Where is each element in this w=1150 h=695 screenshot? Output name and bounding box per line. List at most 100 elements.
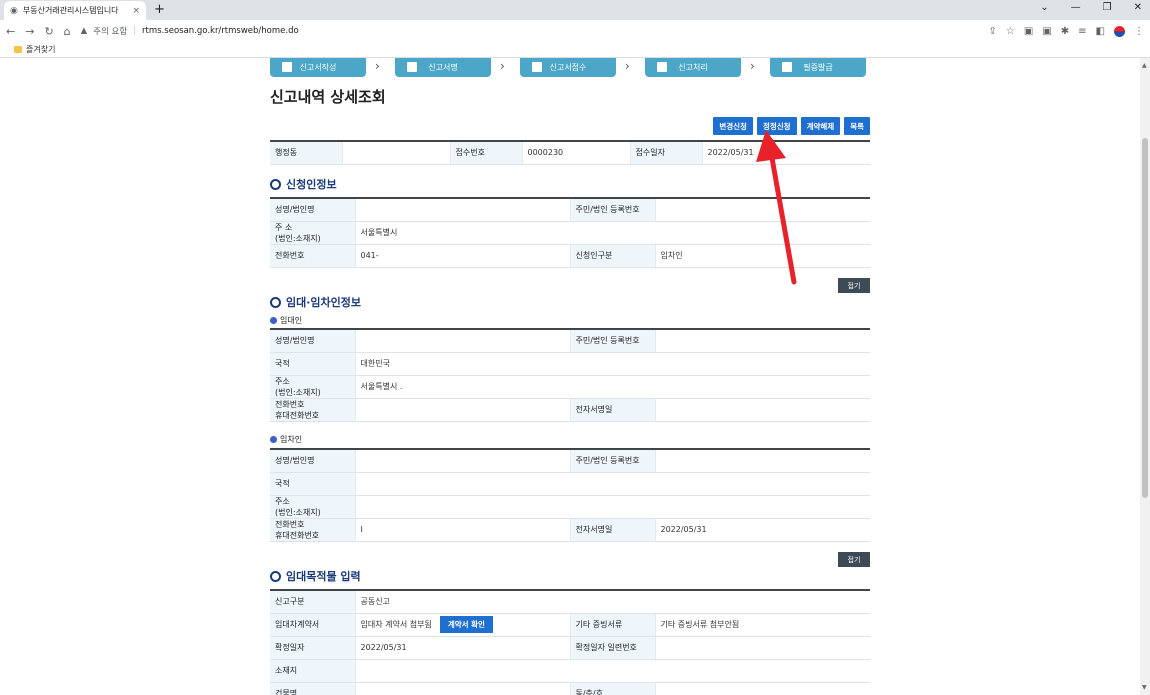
summary-table: 행정동 접수번호 0000230 접수일자 2022/05/31 — [270, 140, 870, 165]
building-label: 건물명 — [270, 682, 355, 695]
side-panel-icon[interactable]: ◧ — [1096, 26, 1105, 37]
browser-tab[interactable]: ◉ 부동산거래관리시스템입니다 × — [4, 1, 146, 20]
applicant-regno-value — [654, 198, 870, 222]
menu-icon[interactable]: ⋮ — [1134, 26, 1144, 37]
change-request-button[interactable]: 변경신청 — [713, 117, 753, 135]
pen-icon — [407, 62, 417, 72]
receipt-no-label: 접수번호 — [449, 141, 522, 165]
contract-cancel-button[interactable]: 계약해제 — [800, 117, 841, 135]
lessee-phone-label: 전화번호 휴대전화번호 — [270, 518, 355, 542]
close-window-icon[interactable]: ✕ — [1134, 2, 1142, 13]
forward-icon[interactable]: → — [25, 25, 34, 38]
lessor-sign-label: 전자서명일 — [569, 398, 655, 422]
bookmark-favorites[interactable]: 즐겨찾기 — [26, 44, 55, 55]
step-arrow-icon: › — [375, 59, 380, 73]
extension-1-icon[interactable]: ▣ — [1024, 26, 1033, 37]
lessor-sign-value — [654, 398, 870, 422]
minimize-icon[interactable]: — — [1071, 2, 1081, 13]
circle-bullet-icon — [270, 570, 281, 582]
folder-icon — [14, 46, 22, 53]
lessee-addr-label: 주소 (법인:소재지) — [270, 495, 355, 519]
page-viewport: 신고서작성 › 신고서명 › 신고서접수 › 신고처리 › 필증발급 신고내역 … — [0, 58, 1140, 695]
tab-close-icon[interactable]: × — [132, 6, 140, 16]
table-row: 성명/법인명 주민/법인 등록번호 — [270, 198, 870, 222]
lessee-name-label: 성명/법인명 — [270, 449, 355, 473]
fixed-date-no-value — [654, 636, 871, 660]
star-icon[interactable]: ☆ — [1006, 26, 1015, 37]
lessee-regno-label: 주민/법인 등록번호 — [569, 449, 655, 473]
table-row: 성명/법인명 주민/법인 등록번호 — [270, 449, 870, 473]
list-button[interactable]: 목록 — [844, 117, 870, 135]
scroll-down-icon[interactable]: ▼ — [1142, 684, 1147, 691]
lessor-subtitle: 임대인 — [270, 315, 302, 326]
process-steps: 신고서작성 › 신고서명 › 신고서접수 › 신고처리 › 필증발급 — [270, 58, 870, 78]
back-icon[interactable]: ← — [6, 25, 15, 38]
home-icon[interactable]: ⌂ — [64, 25, 71, 38]
step-arrow-icon: › — [625, 59, 630, 73]
scroll-up-icon[interactable]: ▲ — [1142, 62, 1147, 69]
applicant-addr-value: 서울특별시 — [354, 221, 870, 245]
browser-toolbar: ← → ↻ ⌂ ▲ 주의 요함 | rtms.seosan.go.kr/rtms… — [0, 20, 1150, 42]
contract-value: 임대차 계약서 첨부됨 계약서 확인 — [354, 613, 570, 637]
vertical-scrollbar[interactable]: ▲ ▼ — [1140, 58, 1150, 695]
puzzle-icon[interactable]: ✱ — [1061, 26, 1069, 37]
share-icon[interactable]: ⇪ — [989, 26, 997, 37]
step-1[interactable]: 신고서작성 — [270, 58, 366, 77]
process-icon — [657, 62, 667, 72]
fold-button[interactable]: 접기 — [838, 278, 870, 293]
location-value — [354, 659, 871, 683]
step-4[interactable]: 신고처리 — [645, 58, 741, 77]
lessee-subtitle: 임차인 — [270, 434, 302, 445]
lessee-nation-label: 국적 — [270, 472, 355, 496]
reload-icon[interactable]: ↻ — [44, 25, 53, 38]
step-5[interactable]: 필증발급 — [770, 58, 866, 77]
profile-avatar[interactable] — [1114, 25, 1125, 37]
table-row: 확정일자 2022/05/31 확정일자 일련번호 — [270, 636, 871, 660]
applicant-name-value — [354, 198, 570, 222]
correction-request-button[interactable]: 정정신청 — [756, 117, 797, 135]
reading-list-icon[interactable]: ≡ — [1078, 26, 1086, 37]
bookmarks-bar: 즐겨찾기 — [0, 42, 1150, 58]
new-tab-button[interactable]: + — [154, 2, 165, 17]
table-row: 신고구분 공동신고 — [270, 590, 871, 614]
view-contract-button[interactable]: 계약서 확인 — [439, 616, 493, 633]
evidence-value: 기타 증빙서류 첨부안됨 — [654, 613, 871, 637]
applicant-phone-value: 041- — [354, 244, 570, 268]
table-row: 소재지 — [270, 659, 871, 683]
lessor-regno-label: 주민/법인 등록번호 — [569, 329, 655, 353]
lessor-nation-label: 국적 — [270, 352, 355, 376]
extension-2-icon[interactable]: ▣ — [1042, 26, 1051, 37]
lessee-table: 성명/법인명 주민/법인 등록번호 국적 주소 (법인:소재지) 전화번호 휴대전화… — [270, 448, 870, 542]
chevron-down-icon[interactable]: ⌄ — [1040, 2, 1048, 13]
table-row: 성명/법인명 주민/법인 등록번호 — [270, 329, 870, 353]
globe-icon: ◉ — [10, 5, 18, 16]
lessor-addr-label: 주소 (법인:소재지) — [270, 375, 355, 399]
page-title: 신고내역 상세조회 — [270, 88, 386, 106]
applicant-name-label: 성명/법인명 — [270, 198, 355, 222]
table-row: 전화번호 휴대전화번호 I 전자서명일 2022/05/31 — [270, 518, 870, 542]
evidence-label: 기타 증빙서류 — [569, 613, 655, 637]
certificate-icon — [782, 62, 792, 72]
url-text[interactable]: rtms.seosan.go.kr/rtmsweb/home.do — [142, 26, 299, 36]
lessor-name-value — [354, 329, 570, 353]
table-row: 국적 — [270, 472, 870, 496]
address-bar[interactable]: ▲ 주의 요함 | rtms.seosan.go.kr/rtmsweb/home… — [81, 25, 299, 37]
scrollbar-thumb[interactable] — [1142, 138, 1148, 498]
circle-bullet-icon — [270, 178, 281, 190]
info-dot-icon — [270, 436, 277, 443]
fold-button[interactable]: 접기 — [838, 552, 870, 567]
lessee-phone-value: I — [354, 518, 570, 542]
lessee-sign-value: 2022/05/31 — [654, 518, 870, 542]
building-value — [354, 682, 570, 695]
table-row: 전화번호 041- 신청인구분 임차인 — [270, 244, 870, 268]
step-2[interactable]: 신고서명 — [395, 58, 491, 77]
receipt-date-value: 2022/05/31 — [701, 141, 870, 165]
fixed-date-no-label: 확정일자 일련번호 — [569, 636, 655, 660]
window-controls: ⌄ — ❐ ✕ — [1040, 2, 1142, 13]
lessor-name-label: 성명/법인명 — [270, 329, 355, 353]
step-3[interactable]: 신고서접수 — [520, 58, 616, 77]
property-table: 신고구분 공동신고 임대차계약서 임대차 계약서 첨부됨 계약서 확인 기타 증빙… — [270, 589, 871, 695]
restore-icon[interactable]: ❐ — [1103, 2, 1112, 13]
fixed-date-value: 2022/05/31 — [354, 636, 570, 660]
action-buttons: 변경신청 정정신청 계약해제 목록 — [713, 117, 870, 135]
